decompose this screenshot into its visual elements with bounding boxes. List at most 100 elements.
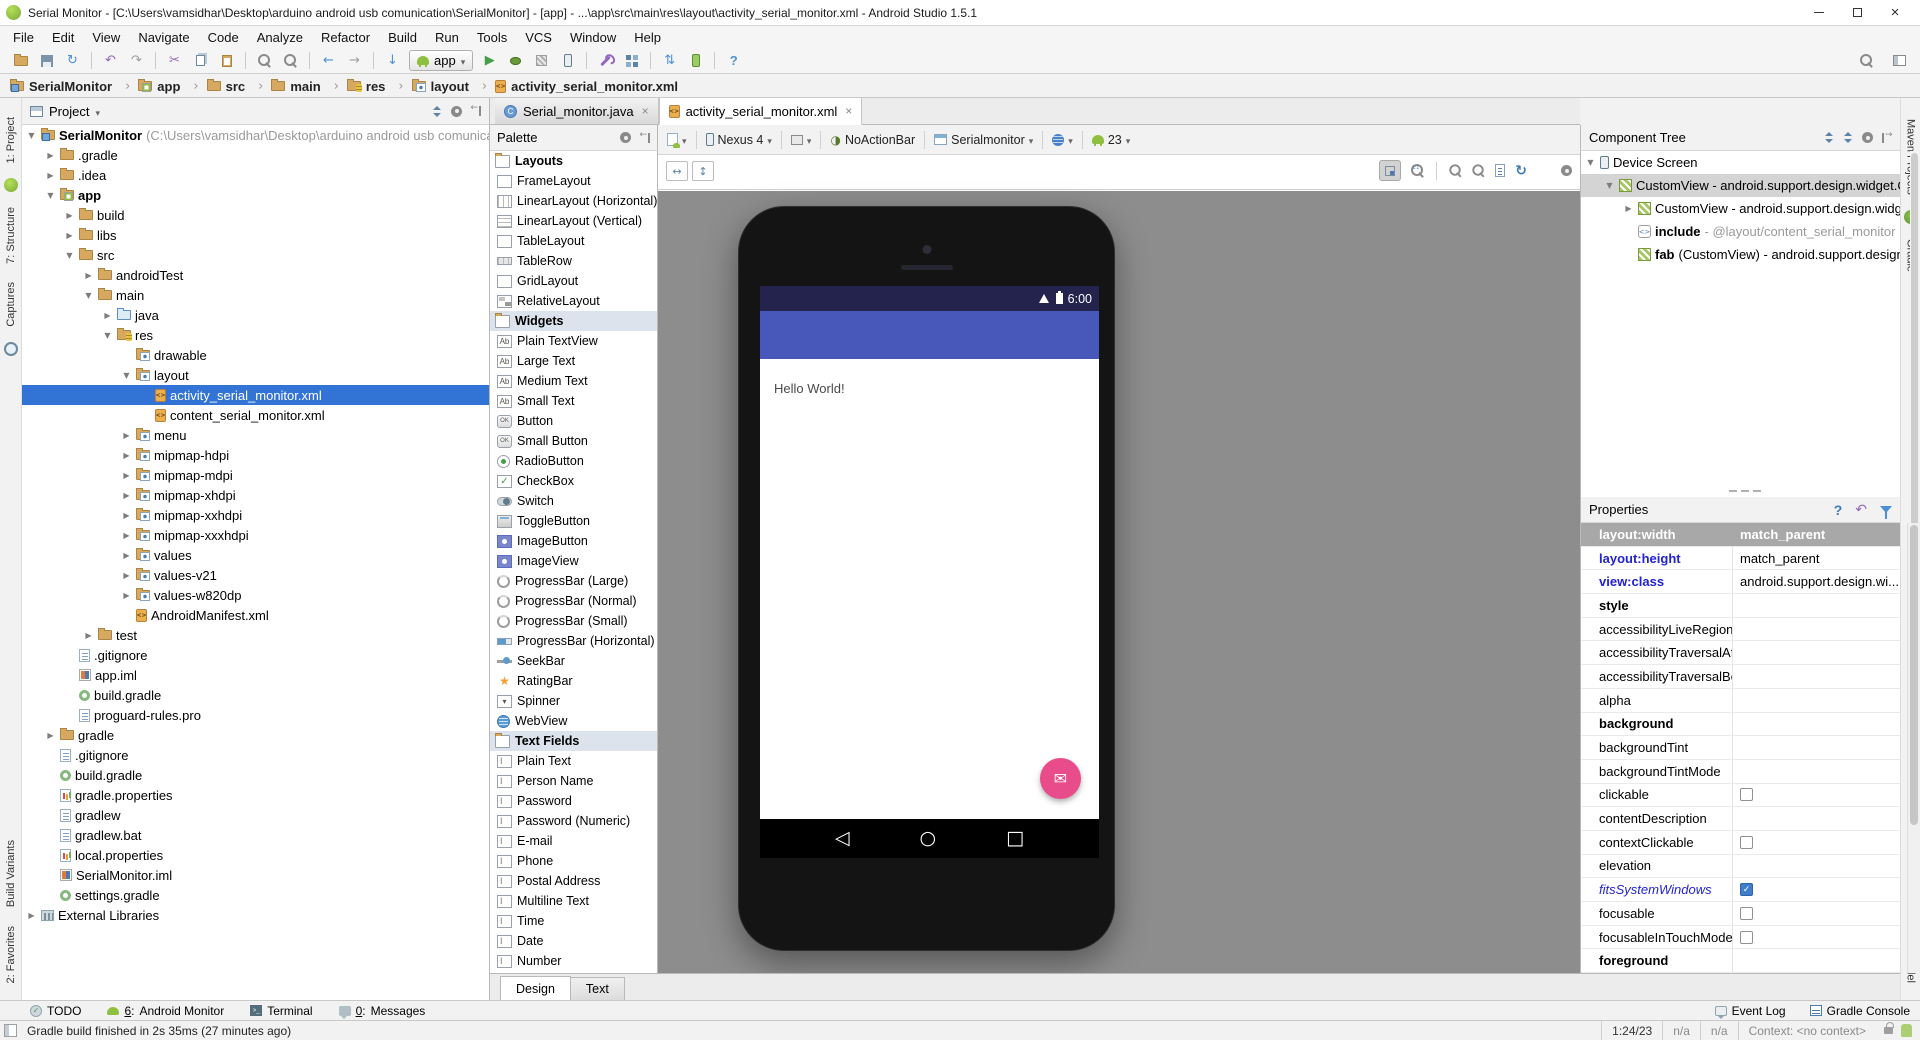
tree-arrow-icon[interactable]: ▼ [1585, 158, 1596, 167]
breadcrumb-item[interactable]: app [138, 79, 206, 94]
tree-row[interactable]: ▼ layout [22, 365, 489, 385]
tree-arrow-icon[interactable]: ▼ [83, 291, 94, 300]
property-row[interactable]: layout:height match_parent [1581, 546, 1900, 571]
palette-item[interactable]: ProgressBar (Horizontal) [490, 631, 657, 651]
palette-item[interactable]: Layouts [490, 151, 657, 171]
property-row[interactable]: layout:width match_parent [1581, 523, 1900, 547]
palette-item[interactable]: RelativeLayout [490, 291, 657, 311]
collapse-all-icon[interactable] [432, 105, 442, 117]
tree-row[interactable]: ▶ menu [22, 425, 489, 445]
hide-panel-icon[interactable] [470, 103, 481, 116]
tree-arrow-icon[interactable]: ▶ [64, 211, 75, 220]
tree-arrow-icon[interactable]: ▶ [83, 631, 94, 640]
cb-icon[interactable] [1740, 835, 1753, 849]
tree-arrow-icon[interactable]: ▶ [121, 451, 132, 460]
palette-item[interactable]: ProgressBar (Large) [490, 571, 657, 591]
run-configuration-select[interactable]: app [409, 50, 474, 71]
undo-button[interactable]: ↶ [98, 50, 123, 72]
minimize-button[interactable] [1800, 3, 1838, 23]
property-row[interactable]: fitsSystemWindows [1581, 878, 1900, 902]
nav-recents-icon[interactable]: □ [1006, 829, 1024, 848]
palette-item[interactable]: Time [490, 911, 657, 931]
tree-row[interactable]: ▶ values-w820dp [22, 585, 489, 605]
tree-row[interactable]: .gitignore [22, 645, 489, 665]
phone-app-bar[interactable] [760, 311, 1099, 359]
tree-arrow-icon[interactable]: ▶ [121, 551, 132, 560]
configuration-select[interactable] [667, 133, 687, 148]
ide-status-icon[interactable] [1901, 1024, 1912, 1037]
properties-scrollbar[interactable] [1907, 523, 1920, 973]
phone-screen[interactable]: 6:00 Hello World! ✉ ◁ ○ □ [760, 286, 1099, 858]
tree-arrow-icon[interactable]: ▶ [102, 311, 113, 320]
help-button[interactable]: ? [721, 50, 746, 72]
attach-debugger-button[interactable] [555, 50, 580, 72]
tree-arrow-icon[interactable]: ▶ [121, 571, 132, 580]
design-canvas[interactable]: 6:00 Hello World! ✉ ◁ ○ □ [658, 191, 1580, 973]
tree-row[interactable]: ▶ gradle [22, 725, 489, 745]
palette-item[interactable]: Medium Text [490, 371, 657, 391]
tree-arrow-icon[interactable]: ▼ [1604, 181, 1615, 190]
menu-item[interactable]: Analyze [248, 28, 312, 47]
tree-row[interactable]: ▼ SerialMonitor (C:\Users\vamsidhar\Desk… [22, 125, 489, 145]
panel-splitter[interactable] [1580, 486, 1900, 497]
tool-window-button[interactable]: TODO [30, 1004, 81, 1018]
palette-item[interactable]: Person Name [490, 771, 657, 791]
menu-item[interactable]: Tools [468, 28, 516, 47]
project-structure-button[interactable] [619, 50, 644, 72]
toggle-tool-buttons-icon[interactable] [4, 1024, 17, 1037]
tree-row[interactable]: ▶ build [22, 205, 489, 225]
component-tree-row[interactable]: ▼ Device Screen [1581, 151, 1900, 174]
property-row[interactable]: view:class android.support.design.wi... [1581, 570, 1900, 595]
tool-window-button[interactable]: 0Messages [338, 1004, 425, 1019]
gear-icon[interactable] [1561, 165, 1572, 176]
editor-tab[interactable]: activity_serial_monitor.xml × [658, 98, 863, 125]
caret-position[interactable]: 1:24/23 [1601, 1021, 1662, 1040]
filter-icon[interactable] [1880, 506, 1892, 519]
palette-item[interactable]: E-mail [490, 831, 657, 851]
tool-window-button[interactable]: Terminal [250, 1004, 313, 1018]
component-tree-row[interactable]: ▼ CustomView - android.support.design.wi… [1581, 174, 1900, 197]
editor-tab[interactable]: Serial_monitor.java × [495, 98, 659, 124]
palette-item[interactable]: Number [490, 951, 657, 971]
tree-row[interactable]: gradlew [22, 805, 489, 825]
editor-mode-tab[interactable]: Design [500, 976, 571, 1000]
property-row[interactable]: foreground [1581, 949, 1900, 973]
breadcrumb-item[interactable]: SerialMonitor [10, 79, 138, 94]
breadcrumb-item[interactable]: main [271, 79, 347, 94]
tree-row[interactable]: ▶ androidTest [22, 265, 489, 285]
palette-item[interactable]: Password [490, 791, 657, 811]
forward-button[interactable]: → [342, 50, 367, 72]
make-project-button[interactable]: ↓ [380, 50, 405, 72]
zoom-actual-button[interactable]: 1:1 [1411, 164, 1424, 177]
phone-content[interactable]: Hello World! ✉ [760, 359, 1099, 819]
tree-row[interactable]: activity_serial_monitor.xml [22, 385, 489, 405]
tree-row[interactable]: ▶ External Libraries [22, 905, 489, 925]
tree-row[interactable]: ▼ main [22, 285, 489, 305]
tool-windows-button[interactable] [1887, 50, 1912, 72]
tree-arrow-icon[interactable]: ▶ [83, 271, 94, 280]
help-icon[interactable]: ? [1834, 502, 1843, 518]
expand-horizontal-button[interactable]: ↔ [666, 161, 688, 181]
property-row[interactable]: background [1581, 712, 1900, 737]
property-row[interactable]: contextClickable [1581, 830, 1900, 855]
device-select[interactable]: Nexus 4 [705, 133, 772, 147]
property-row[interactable]: alpha [1581, 688, 1900, 713]
menu-item[interactable]: VCS [516, 28, 561, 47]
tree-arrow-icon[interactable]: ▶ [121, 591, 132, 600]
property-row[interactable]: accessibilityLiveRegion [1581, 617, 1900, 642]
tree-row[interactable]: .gitignore [22, 745, 489, 765]
tree-arrow-icon[interactable]: ▶ [121, 431, 132, 440]
palette-item[interactable]: Widgets [490, 311, 657, 331]
tree-arrow-icon[interactable]: ▶ [45, 151, 56, 160]
palette-item[interactable]: Phone [490, 851, 657, 871]
tree-arrow-icon[interactable]: ▼ [64, 251, 75, 260]
search-everywhere-button[interactable] [1854, 50, 1879, 72]
component-tree-row[interactable]: ▶ CustomView - android.support.design.wi… [1581, 197, 1900, 220]
tool-window-button[interactable]: Event Log [1714, 1004, 1786, 1019]
menu-item[interactable]: View [83, 28, 129, 47]
palette-item[interactable]: Multiline Text [490, 891, 657, 911]
palette-item[interactable]: Small Text [490, 391, 657, 411]
palette-item[interactable]: Plain TextView [490, 331, 657, 351]
tree-row[interactable]: ▶ values [22, 545, 489, 565]
tree-row[interactable]: ▼ res [22, 325, 489, 345]
